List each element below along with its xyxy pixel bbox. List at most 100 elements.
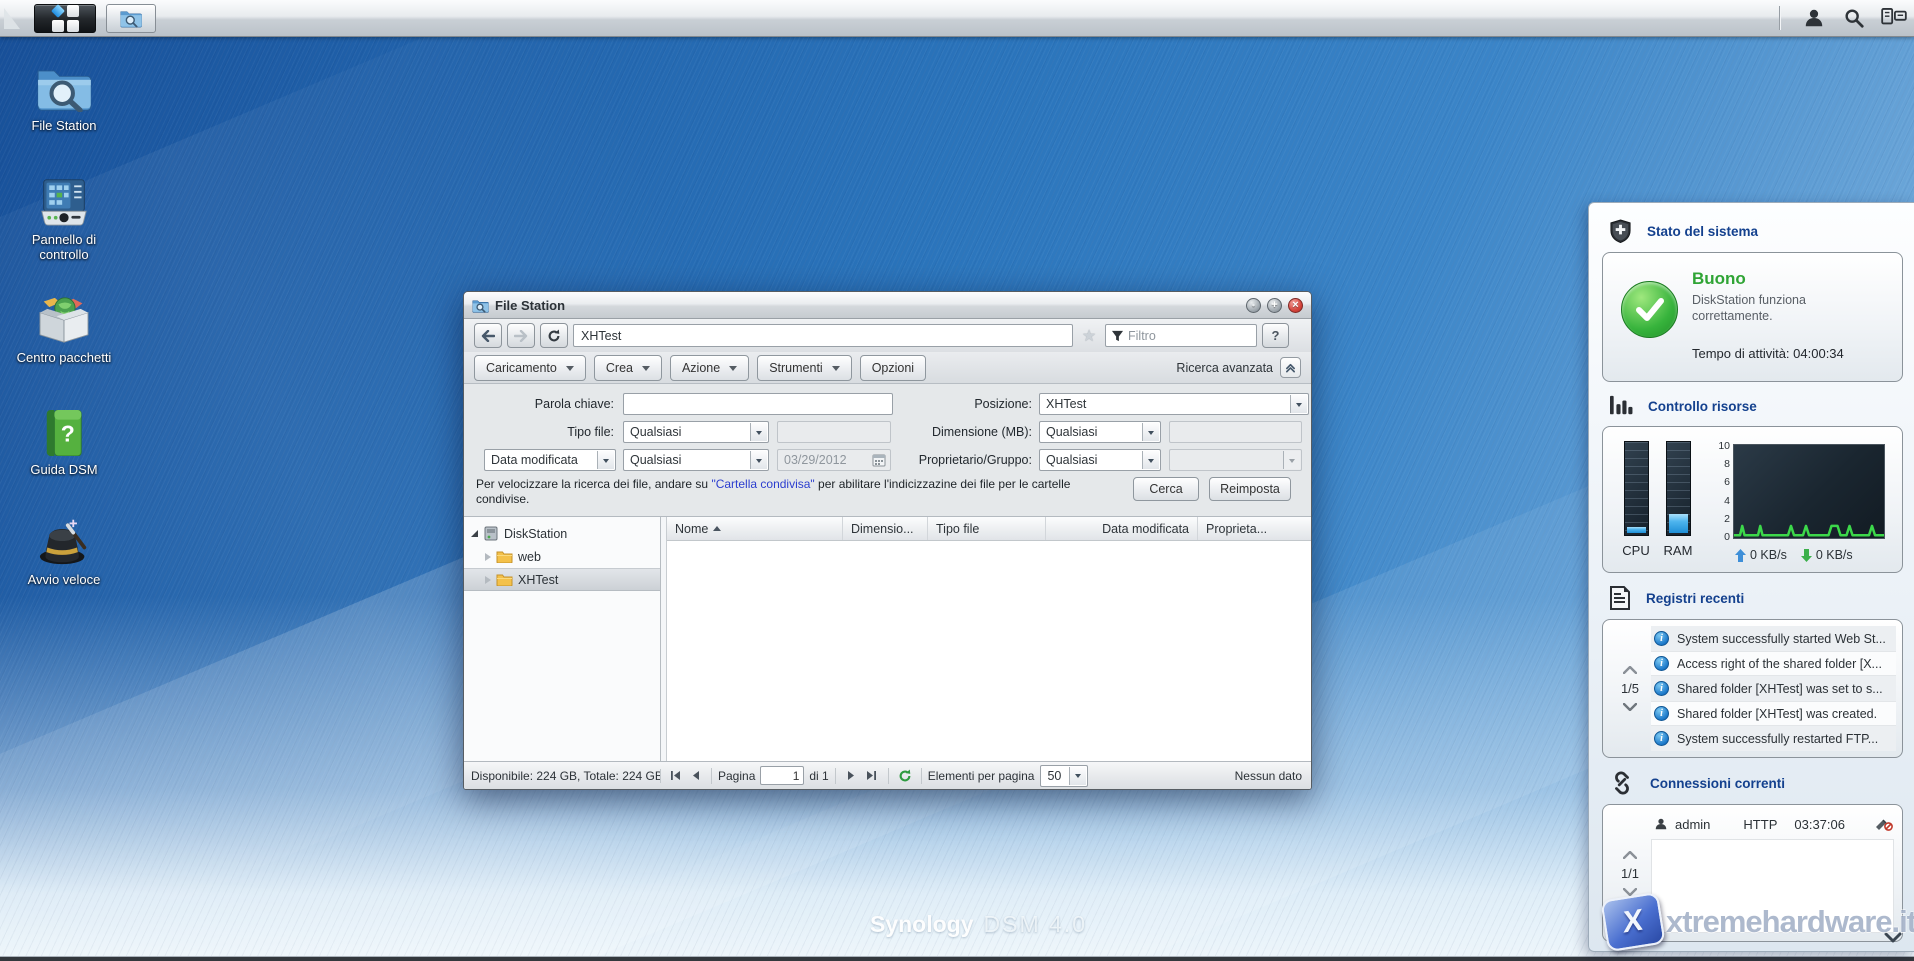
owner-extra-dropdown[interactable]	[1169, 449, 1302, 471]
taskbar-file-station-button[interactable]	[106, 4, 156, 33]
tree-expanded-icon[interactable]	[471, 530, 478, 537]
logs-page-up-button[interactable]	[1623, 666, 1637, 674]
widget-title: Stato del sistema	[1647, 224, 1758, 239]
file-type-extra-input[interactable]	[777, 421, 891, 443]
first-page-button[interactable]	[665, 766, 685, 786]
connections-header[interactable]: Connessioni correnti	[1609, 771, 1903, 795]
address-field[interactable]: XHTest	[573, 324, 1073, 347]
filter-field[interactable]	[1105, 324, 1257, 347]
log-row[interactable]: iShared folder [XHTest] was created.	[1651, 701, 1896, 726]
shared-folder-link[interactable]: "Cartella condivisa"	[711, 477, 814, 491]
upload-arrow-icon	[1735, 549, 1746, 562]
size-dropdown[interactable]: Qualsiasi	[1039, 421, 1161, 443]
last-page-button[interactable]	[862, 766, 882, 786]
network-axis: 10 8 6 4 2 0	[1715, 441, 1733, 542]
file-list-body[interactable]	[667, 541, 1311, 761]
file-station-icon	[35, 62, 93, 112]
forward-button[interactable]	[507, 323, 535, 348]
system-health-header[interactable]: Stato del sistema	[1609, 219, 1903, 243]
recent-logs-header[interactable]: Registri recenti	[1609, 586, 1903, 610]
funnel-icon	[1111, 330, 1124, 342]
desktop-icon-quick-start[interactable]: Avvio veloce	[8, 516, 120, 587]
refresh-button[interactable]	[540, 323, 568, 348]
show-desktop-button[interactable]	[0, 0, 26, 37]
menu-button-crea[interactable]: Crea	[594, 355, 662, 381]
column-header-proprieta[interactable]: Proprieta...	[1198, 517, 1311, 540]
chevron-down-icon	[1623, 703, 1637, 711]
reset-button[interactable]: Reimposta	[1209, 477, 1291, 501]
next-page-button[interactable]	[842, 766, 862, 786]
desktop-icon-dsm-help[interactable]: ? Guida DSM	[8, 410, 120, 477]
advanced-search-collapse-button[interactable]	[1280, 357, 1301, 378]
tree-item-diskstation[interactable]: DiskStation	[464, 522, 660, 545]
file-type-dropdown[interactable]: Qualsiasi	[623, 421, 769, 443]
kick-user-icon	[1875, 817, 1893, 831]
main-menu-button[interactable]	[34, 4, 96, 33]
keyword-input[interactable]	[623, 393, 893, 415]
owner-dropdown[interactable]: Qualsiasi	[1039, 449, 1161, 471]
column-header-nome[interactable]: Nome	[667, 517, 843, 540]
forward-arrow-icon	[514, 330, 528, 342]
desktop-icon-package-center[interactable]: Centro pacchetti	[8, 296, 120, 365]
minimize-button[interactable]: •	[1246, 298, 1261, 313]
user-menu-button[interactable]	[1794, 3, 1834, 33]
log-row[interactable]: iSystem successfully restarted FTP...	[1651, 726, 1896, 751]
search-button[interactable]: Cerca	[1133, 477, 1199, 501]
bar-chart-icon	[1609, 395, 1633, 417]
connection-row[interactable]: admin HTTP 03:37:06	[1651, 811, 1896, 837]
window-titlebar[interactable]: File Station • + ×	[464, 292, 1311, 319]
tree-collapsed-icon[interactable]	[485, 553, 491, 561]
page-number-input[interactable]	[760, 766, 804, 785]
previous-page-button[interactable]	[685, 766, 705, 786]
pilot-view-button[interactable]	[1874, 3, 1914, 33]
chevron-up-icon	[1623, 666, 1637, 674]
menu-button-azione[interactable]: Azione	[670, 355, 749, 381]
connections-page-up-button[interactable]	[1623, 851, 1637, 859]
log-row[interactable]: iShared folder [XHTest] was set to s...	[1651, 676, 1896, 701]
favorite-icon[interactable]: ★	[1078, 326, 1100, 346]
disconnect-user-button[interactable]	[1875, 817, 1893, 831]
column-header-data-modificata[interactable]: Data modificata	[1046, 517, 1198, 540]
date-operator-dropdown[interactable]: Qualsiasi	[623, 449, 769, 471]
chevron-up-icon	[1623, 851, 1637, 859]
info-icon: i	[1654, 656, 1669, 671]
connection-time: 03:37:06	[1794, 817, 1845, 832]
filter-input[interactable]	[1128, 329, 1238, 343]
back-button[interactable]	[474, 323, 502, 348]
window-menubar: Caricamento Crea Azione Strumenti Opzion…	[464, 352, 1311, 384]
menu-button-strumenti[interactable]: Strumenti	[757, 355, 852, 381]
menu-button-opzioni[interactable]: Opzioni	[860, 355, 926, 381]
tree-item-web[interactable]: web	[464, 545, 660, 568]
date-input[interactable]: 03/29/2012	[777, 449, 891, 471]
position-dropdown[interactable]: XHTest	[1039, 393, 1309, 415]
window-statusbar: Disponibile: 224 GB, Totale: 224 GB Pagi…	[464, 761, 1311, 789]
resource-monitor-header[interactable]: Controllo risorse	[1609, 395, 1903, 417]
menu-button-caricamento[interactable]: Caricamento	[474, 355, 586, 381]
taskbar-divider	[1779, 6, 1780, 30]
per-page-select[interactable]: 50	[1040, 765, 1088, 787]
maximize-button[interactable]: +	[1267, 298, 1282, 313]
logs-page-down-button[interactable]	[1623, 703, 1637, 711]
date-field-dropdown[interactable]: Data modificata	[484, 449, 616, 471]
chain-link-icon	[1609, 771, 1635, 795]
search-hint-text: Per velocizzare la ricerca dei file, and…	[476, 477, 1076, 507]
per-page-label: Elementi per pagina	[928, 769, 1035, 783]
tree-item-xhtest[interactable]: XHTest	[464, 568, 660, 591]
close-button[interactable]: ×	[1288, 298, 1303, 313]
help-button[interactable]: ?	[1262, 323, 1289, 348]
log-row[interactable]: iSystem successfully started Web St...	[1651, 626, 1896, 651]
page-of-label: di 1	[809, 769, 828, 783]
size-value-input[interactable]	[1169, 421, 1302, 443]
user-icon	[1803, 7, 1825, 29]
desktop-icon-file-station[interactable]: File Station	[8, 62, 120, 133]
log-row[interactable]: iAccess right of the shared folder [X...	[1651, 651, 1896, 676]
column-header-tipo-file[interactable]: Tipo file	[928, 517, 1046, 540]
tree-collapsed-icon[interactable]	[485, 576, 491, 584]
desktop-icon-control-panel[interactable]: Pannello di controllo	[8, 178, 120, 262]
show-desktop-icon	[4, 8, 20, 29]
search-button[interactable]	[1834, 3, 1874, 33]
column-header-dimensione[interactable]: Dimensio...	[843, 517, 928, 540]
refresh-list-button[interactable]	[895, 766, 915, 786]
ram-label: RAM	[1664, 543, 1693, 558]
tree-item-label: XHTest	[518, 573, 558, 587]
